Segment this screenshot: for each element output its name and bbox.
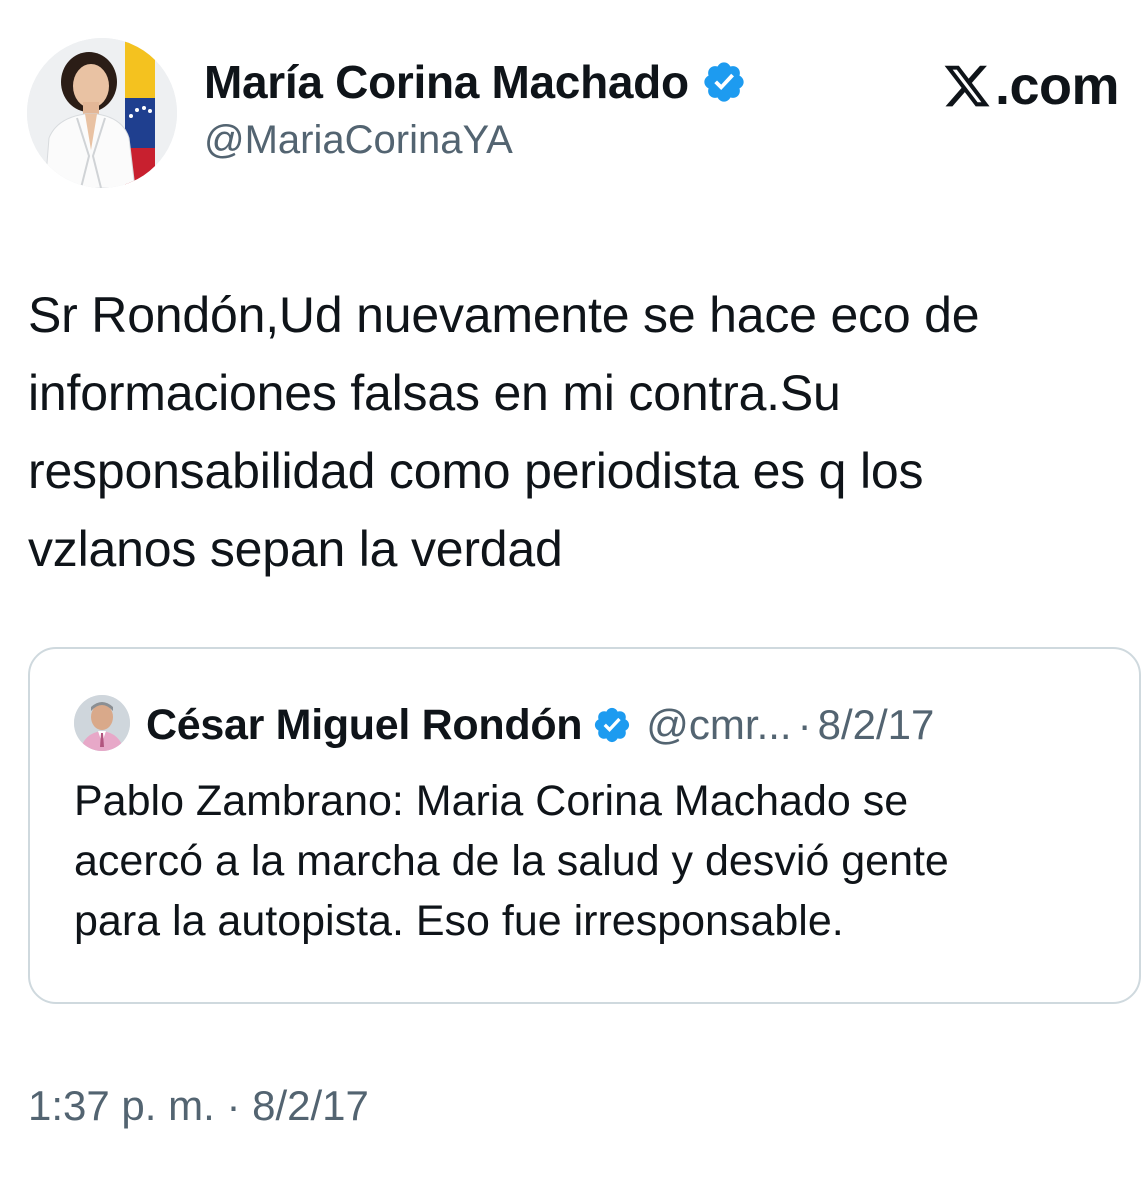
- brand-domain: .com: [994, 56, 1120, 116]
- avatar-photo-icon: [74, 695, 130, 751]
- quoted-header: César Miguel Rondón @cmr... · 8/2/17: [146, 697, 934, 753]
- verified-badge-icon: [701, 59, 747, 105]
- quoted-date[interactable]: 8/2/17: [818, 701, 935, 749]
- quoted-display-name[interactable]: César Miguel Rondón: [146, 701, 583, 750]
- timestamp-date: 8/2/17: [252, 1082, 369, 1129]
- author-display-name[interactable]: María Corina Machado: [204, 55, 689, 109]
- x-logo-icon: [941, 61, 993, 111]
- timestamp-separator: ·: [226, 1082, 241, 1129]
- verified-badge-icon: [592, 705, 632, 745]
- quoted-text: Pablo Zambrano: Maria Corina Machado se …: [74, 777, 949, 945]
- brand-watermark: .com: [941, 54, 1120, 118]
- quoted-tweet[interactable]: César Miguel Rondón @cmr... · 8/2/17 Pab…: [28, 647, 1141, 1004]
- quoted-separator: ·: [797, 701, 812, 748]
- author-name-row: María Corina Machado: [204, 52, 747, 112]
- author-handle[interactable]: @MariaCorinaYA: [204, 118, 513, 163]
- quoted-author-avatar[interactable]: [74, 695, 130, 751]
- tweet-timestamp[interactable]: 1:37 p. m. · 8/2/17: [28, 1082, 369, 1130]
- timestamp-time: 1:37 p. m.: [28, 1082, 215, 1129]
- avatar-photo-icon: [27, 38, 177, 188]
- author-avatar[interactable]: [27, 38, 177, 188]
- quoted-handle[interactable]: @cmr...: [646, 701, 791, 749]
- tweet-card: María Corina Machado @MariaCorinaYA .com…: [0, 0, 1143, 1187]
- tweet-text: Sr Rondón,Ud nuevamente se hace eco de i…: [28, 287, 980, 577]
